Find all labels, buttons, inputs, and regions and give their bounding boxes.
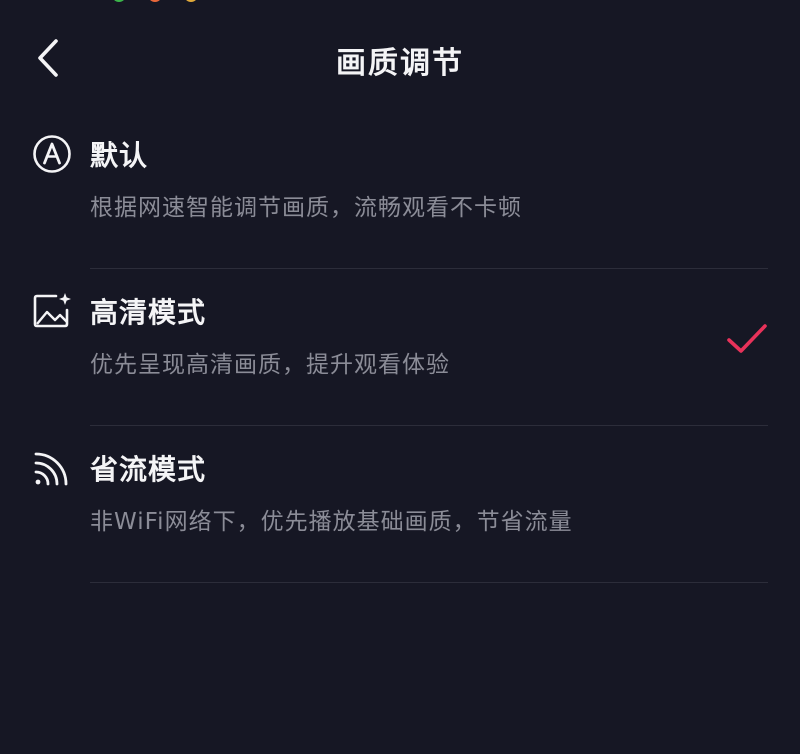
option-title: 默认 (90, 139, 149, 172)
option-title: 省流模式 (90, 453, 207, 486)
status-app-icon (112, 0, 126, 2)
option-description: 优先呈现高清画质，提升观看体验 (90, 352, 450, 378)
option-description: 根据网速智能调节画质，流畅观看不卡顿 (90, 195, 522, 221)
option-default[interactable]: 默认 根据网速智能调节画质，流畅观看不卡顿 (0, 112, 800, 269)
auto-a-icon (32, 134, 72, 174)
status-bar (0, 0, 800, 4)
checkmark-icon (727, 324, 767, 353)
option-description: 非WiFi网络下，优先播放基础画质，节省流量 (90, 509, 573, 535)
hd-image-icon (32, 291, 72, 331)
status-app-icon (184, 0, 198, 2)
quality-settings-screen: 画质调节 默认 根据网速智能调节画质，流畅观看不卡顿 高清模式 优先呈现高清画质… (0, 0, 800, 754)
header-bar: 画质调节 (0, 20, 800, 96)
signal-wave-icon (32, 448, 72, 488)
option-data-saver[interactable]: 省流模式 非WiFi网络下，优先播放基础画质，节省流量 (0, 426, 800, 583)
divider (90, 582, 768, 583)
page-title: 画质调节 (336, 46, 464, 81)
option-title: 高清模式 (90, 296, 207, 329)
quality-option-list: 默认 根据网速智能调节画质，流畅观看不卡顿 高清模式 优先呈现高清画质，提升观看… (0, 112, 800, 583)
status-app-icon (148, 0, 162, 2)
option-hd[interactable]: 高清模式 优先呈现高清画质，提升观看体验 (0, 269, 800, 426)
